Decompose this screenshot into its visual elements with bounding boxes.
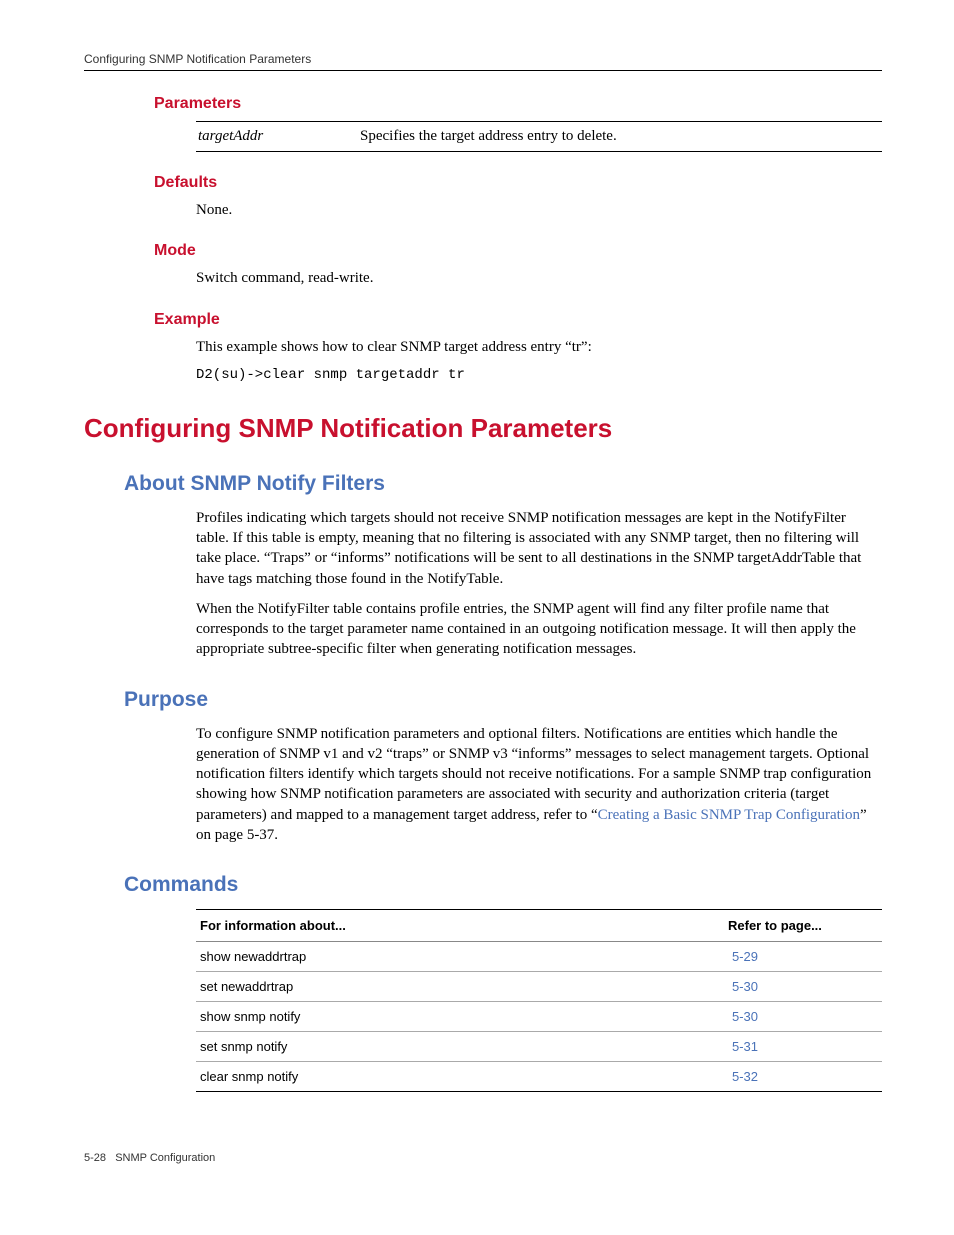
page-link[interactable]: 5-30 [732,1009,758,1024]
section-defaults-title: Defaults [154,174,882,192]
page-link[interactable]: 5-29 [732,949,758,964]
param-name: targetAddr [198,124,358,149]
commands-table: For information about... Refer to page..… [196,909,882,1092]
param-desc: Specifies the target address entry to de… [360,124,880,149]
purpose-heading: Purpose [124,688,882,712]
purpose-paragraph: To configure SNMP notification parameter… [196,724,882,846]
mode-body: Switch command, read-write. [196,268,882,288]
defaults-body: None. [196,200,882,220]
page-cell: 5-32 [728,1062,882,1092]
col-page: Refer to page... [728,910,882,942]
section-parameters-title: Parameters [154,95,882,113]
section-mode-title: Mode [154,242,882,260]
footer-pagenum: 5-28 [84,1152,106,1164]
page-link[interactable]: 5-30 [732,979,758,994]
table-row: targetAddr Specifies the target address … [198,124,880,149]
about-paragraph-2: When the NotifyFilter table contains pro… [196,599,882,660]
col-info: For information about... [196,910,728,942]
page-cell: 5-29 [728,942,882,972]
table-row: set snmp notify 5-31 [196,1032,882,1062]
table-row: show snmp notify 5-30 [196,1002,882,1032]
commands-heading: Commands [124,873,882,897]
page-footer: 5-28 SNMP Configuration [84,1152,882,1164]
page-cell: 5-30 [728,1002,882,1032]
section-example-title: Example [154,311,882,329]
page-link[interactable]: 5-31 [732,1039,758,1054]
table-row: set newaddrtrap 5-30 [196,972,882,1002]
footer-chapter: SNMP Configuration [115,1152,215,1164]
cmd-cell: clear snmp notify [196,1062,728,1092]
page-cell: 5-30 [728,972,882,1002]
about-heading: About SNMP Notify Filters [124,472,882,496]
example-code: D2(su)->clear snmp targetaddr tr [196,367,882,383]
about-paragraph-1: Profiles indicating which targets should… [196,508,882,589]
page-link[interactable]: 5-32 [732,1069,758,1084]
page-cell: 5-31 [728,1032,882,1062]
table-row: clear snmp notify 5-32 [196,1062,882,1092]
cmd-cell: show snmp notify [196,1002,728,1032]
cmd-cell: show newaddrtrap [196,942,728,972]
cmd-cell: set newaddrtrap [196,972,728,1002]
cmd-cell: set snmp notify [196,1032,728,1062]
parameters-table: targetAddr Specifies the target address … [196,121,882,152]
example-body: This example shows how to clear SNMP tar… [196,337,882,357]
purpose-link[interactable]: Creating a Basic SNMP Trap Configuration [598,807,860,823]
table-header-row: For information about... Refer to page..… [196,910,882,942]
table-row: show newaddrtrap 5-29 [196,942,882,972]
running-header: Configuring SNMP Notification Parameters [84,52,882,71]
page-title: Configuring SNMP Notification Parameters [84,413,882,444]
